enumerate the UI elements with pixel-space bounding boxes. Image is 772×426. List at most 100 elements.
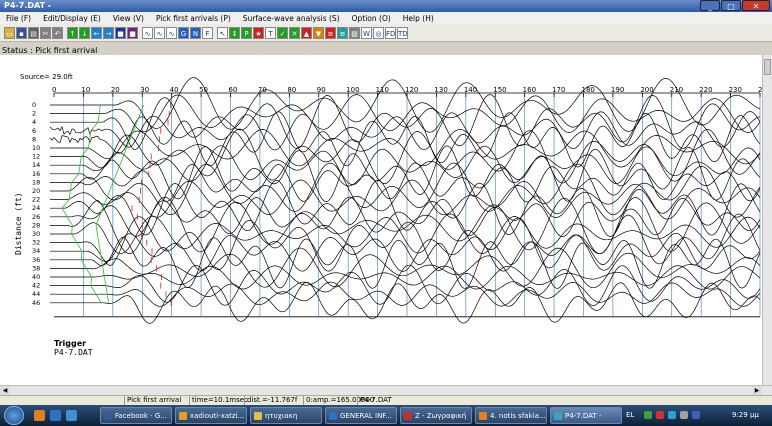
x-tick-label: 170	[552, 86, 565, 94]
maximize-button[interactable]: □	[721, 0, 741, 11]
seismic-trace	[50, 213, 761, 272]
media-player-icon[interactable]	[66, 410, 77, 421]
purple-square-icon[interactable]: ■	[127, 26, 138, 39]
taskbar-item[interactable]: 4. notis sfakia...	[475, 407, 547, 424]
gain-icon[interactable]: G	[178, 26, 189, 39]
x-tick-label: 160	[523, 86, 536, 94]
left-arrow-icon[interactable]: ←	[91, 26, 102, 39]
seismic-trace	[50, 236, 761, 289]
x-tick-label: 30	[140, 86, 149, 94]
w-icon[interactable]: W	[361, 26, 372, 39]
x-tick-label: 80	[287, 86, 296, 94]
firefox-icon[interactable]	[34, 410, 45, 421]
tray-security-icon[interactable]	[656, 411, 664, 419]
seismogram-plot[interactable]: Source= 29.0ft Distance (ft) Trigger P4-…	[0, 55, 771, 385]
fd-icon[interactable]: FD	[385, 26, 396, 39]
x-tick-label: 0	[52, 86, 56, 94]
td-icon[interactable]: TD	[397, 26, 408, 39]
scroll-left-icon[interactable]: ◀	[0, 386, 10, 395]
y-tick-label: 26	[32, 213, 40, 221]
status-text: Status : Pick first arrival	[2, 46, 98, 55]
p-icon[interactable]: P	[241, 26, 252, 39]
y-tick-label: 42	[32, 282, 40, 290]
hatch-icon[interactable]: ▨	[349, 26, 360, 39]
tray-bluetooth-icon[interactable]	[692, 411, 700, 419]
cut-icon[interactable]: ✂	[40, 26, 51, 39]
file-label: P4-7.DAT	[54, 348, 93, 357]
vertical-scroll-thumb[interactable]	[764, 59, 771, 75]
check-icon[interactable]: ✓	[277, 26, 288, 39]
x-tick-label: 200	[640, 86, 653, 94]
pick-icon[interactable]: ↕	[229, 26, 240, 39]
down-arrow-icon[interactable]: ↓	[79, 26, 90, 39]
color-bar-icon[interactable]: ≡	[325, 26, 336, 39]
language-indicator[interactable]: EL	[626, 411, 634, 419]
cross-icon[interactable]: ✕	[289, 26, 300, 39]
wave-alt-icon[interactable]: ∿	[166, 26, 177, 39]
text-icon[interactable]: T	[265, 26, 276, 39]
tray-app-icon[interactable]	[644, 411, 652, 419]
save-icon[interactable]: ▪	[16, 26, 27, 39]
surface-wave-icon[interactable]: ◎	[373, 26, 384, 39]
y-tick-label: 6	[32, 127, 36, 135]
up-arrow-icon[interactable]: ↑	[67, 26, 78, 39]
x-tick-label: 100	[346, 86, 359, 94]
x-tick-label: 110	[376, 86, 389, 94]
toolbar: ▭ ▪ ▤ ✂ ↶ ↑ ↓ ← → ■ ■ ∿ ∿ ∿ G N F ↖ ↕ P ★ T ✓ ✕ ▲ ▼ ≡ ≡ ▨ W ◎ FD TD	[0, 24, 772, 42]
menu-option[interactable]: Option (O)	[346, 14, 397, 23]
y-tick-label: 0	[32, 101, 36, 109]
seismic-plot-area[interactable]: Source= 29.0ft Distance (ft) Trigger P4-…	[0, 55, 771, 385]
tray-network-icon[interactable]	[668, 411, 676, 419]
filter-icon[interactable]: F	[202, 26, 213, 39]
x-tick-label: 230	[729, 86, 742, 94]
horizontal-scrollbar[interactable]: ◀ ▶	[0, 385, 772, 395]
status-amp: 0:amp.=165.00000	[303, 396, 374, 405]
menu-file[interactable]: File (F)	[0, 14, 37, 23]
right-arrow-icon[interactable]: →	[103, 26, 114, 39]
taskbar-item[interactable]: xadiouti-xatzi...	[175, 407, 247, 424]
wave-fill-icon[interactable]: ∿	[154, 26, 165, 39]
scroll-right-icon[interactable]: ▶	[752, 386, 762, 395]
ie-icon[interactable]	[50, 410, 61, 421]
open-icon[interactable]: ▭	[4, 26, 15, 39]
down-triangle-icon[interactable]: ▼	[313, 26, 324, 39]
status-file: P4-7.DAT	[357, 396, 420, 405]
taskbar-item[interactable]: GENERAL INF...	[325, 407, 397, 424]
menu-view[interactable]: View (V)	[107, 14, 150, 23]
star-icon[interactable]: ★	[253, 26, 264, 39]
menu-edit-display[interactable]: Edit/Display (E)	[37, 14, 107, 23]
taskbar-app-icon	[329, 412, 337, 420]
y-tick-label: 34	[32, 247, 40, 255]
taskbar-item[interactable]: P4-7.DAT -	[550, 407, 622, 424]
y-tick-label: 2	[32, 110, 36, 118]
clock[interactable]: 9:29 μμ	[732, 411, 759, 419]
menu-surface-wave-analysis[interactable]: Surface-wave analysis (S)	[237, 14, 346, 23]
print-icon[interactable]: ▤	[28, 26, 39, 39]
vertical-scrollbar[interactable]	[762, 55, 772, 385]
close-button[interactable]: ✕	[742, 0, 770, 11]
taskbar: Facebook - G... xadiouti-xatzi... ητυχιακη…	[0, 405, 772, 426]
y-axis-label: Distance (ft)	[14, 192, 23, 255]
pointer-icon[interactable]: ↖	[217, 26, 228, 39]
tray-volume-icon[interactable]	[680, 411, 688, 419]
menu-help[interactable]: Help (H)	[397, 14, 440, 23]
taskbar-app-icon	[554, 412, 562, 420]
layers-icon[interactable]: ≡	[337, 26, 348, 39]
undo-icon[interactable]: ↶	[52, 26, 63, 39]
y-tick-label: 4	[32, 118, 36, 126]
up-triangle-icon[interactable]: ▲	[301, 26, 312, 39]
taskbar-item[interactable]: Facebook - G...	[100, 407, 172, 424]
x-tick-label: 210	[670, 86, 683, 94]
start-button[interactable]	[4, 406, 24, 425]
blue-square-icon[interactable]: ■	[115, 26, 126, 39]
wave-icon[interactable]: ∿	[142, 26, 153, 39]
minimize-button[interactable]: _	[700, 0, 720, 11]
y-tick-label: 40	[32, 273, 40, 281]
y-tick-label: 14	[32, 161, 40, 169]
title-bar: P4-7.DAT - _ □ ✕	[0, 0, 772, 12]
taskbar-item[interactable]: ητυχιακη	[250, 407, 322, 424]
taskbar-item[interactable]: Z - Ζωγραφική	[400, 407, 472, 424]
normalize-icon[interactable]: N	[190, 26, 201, 39]
menu-pick-first-arrivals[interactable]: Pick first arrivals (P)	[150, 14, 237, 23]
y-tick-label: 18	[32, 178, 40, 186]
